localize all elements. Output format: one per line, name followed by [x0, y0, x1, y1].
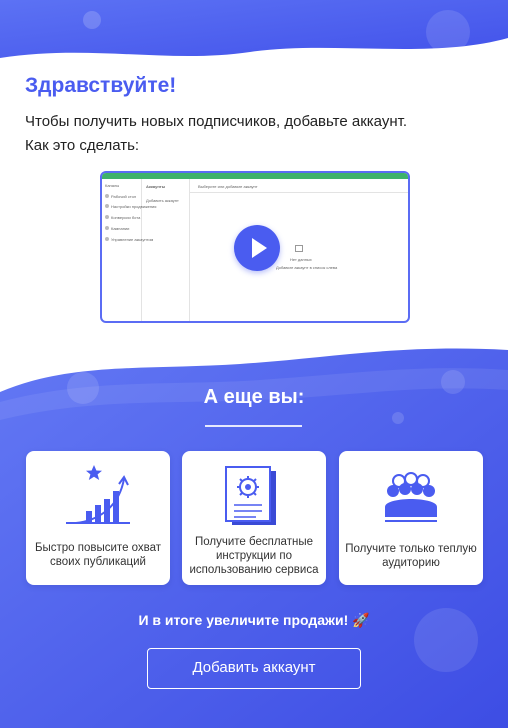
preview-sidebar-item: Кампании: [111, 226, 130, 231]
audience-group-icon: [385, 472, 437, 522]
greeting-heading: Здравствуйте!: [25, 74, 177, 97]
instructions-document-icon: [225, 466, 276, 525]
benefit-card-audience: Получите только теплую аудиторию: [339, 451, 483, 585]
video-preview[interactable]: Каналы Рабочий стол Настройки продвижени…: [100, 171, 410, 323]
dot-icon: [105, 204, 109, 208]
preview-accounts-column: Аккаунты Добавить аккаунт: [142, 179, 190, 321]
benefit-card-reach: Быстро повысите охват своих публикаций: [26, 451, 170, 585]
intro-text: Чтобы получить новых подписчиков, добавь…: [25, 113, 407, 130]
dot-icon: [105, 215, 109, 219]
preview-sidebar-item: Конверсии бота: [111, 215, 141, 220]
dot-icon: [105, 226, 109, 230]
preview-empty-hint: Добавьте аккаунт в список слева: [276, 265, 338, 270]
top-wave-background: [0, 0, 508, 58]
empty-document-icon: [295, 245, 303, 252]
growth-chart-icon: [66, 465, 130, 524]
page: Здравствуйте! Чтобы получить новых подпи…: [0, 0, 508, 728]
preview-empty-title: Нет данных: [290, 257, 312, 262]
preview-sidebar-item: Каналы: [105, 183, 120, 188]
benefit-card-instructions: Получите бесплатные инструкции по исполь…: [182, 451, 326, 585]
play-button[interactable]: [234, 225, 280, 271]
final-message-text: И в итоге увеличите продажи!: [138, 612, 349, 628]
how-to-text: Как это сделать:: [25, 137, 140, 154]
benefit-card-text: Получите только теплую аудиторию: [345, 543, 477, 569]
final-message: И в итоге увеличите продажи! 🚀: [0, 612, 508, 629]
preview-sidebar-item: Рабочий стол: [111, 194, 137, 199]
add-account-button[interactable]: Добавить аккаунт: [147, 648, 361, 689]
preview-header-label: Выберите или добавьте аккаунт: [198, 184, 258, 189]
preview-header: Выберите или добавьте аккаунт: [190, 179, 408, 193]
rocket-icon: 🚀: [352, 612, 370, 628]
section-title: А еще вы:: [203, 386, 305, 408]
section-divider: [205, 425, 302, 427]
benefit-card-text: Быстро повысите охват своих публикаций: [34, 542, 162, 568]
play-icon: [252, 238, 267, 258]
dot-icon: [105, 237, 109, 241]
dot-icon: [105, 194, 109, 198]
preview-sidebar: Каналы Рабочий стол Настройки продвижени…: [102, 179, 156, 321]
benefit-card-text: Получите бесплатные инструкции по исполь…: [189, 536, 319, 576]
preview-accounts-label: Аккаунты: [146, 184, 166, 189]
preview-add-account: Добавить аккаунт: [146, 198, 179, 203]
